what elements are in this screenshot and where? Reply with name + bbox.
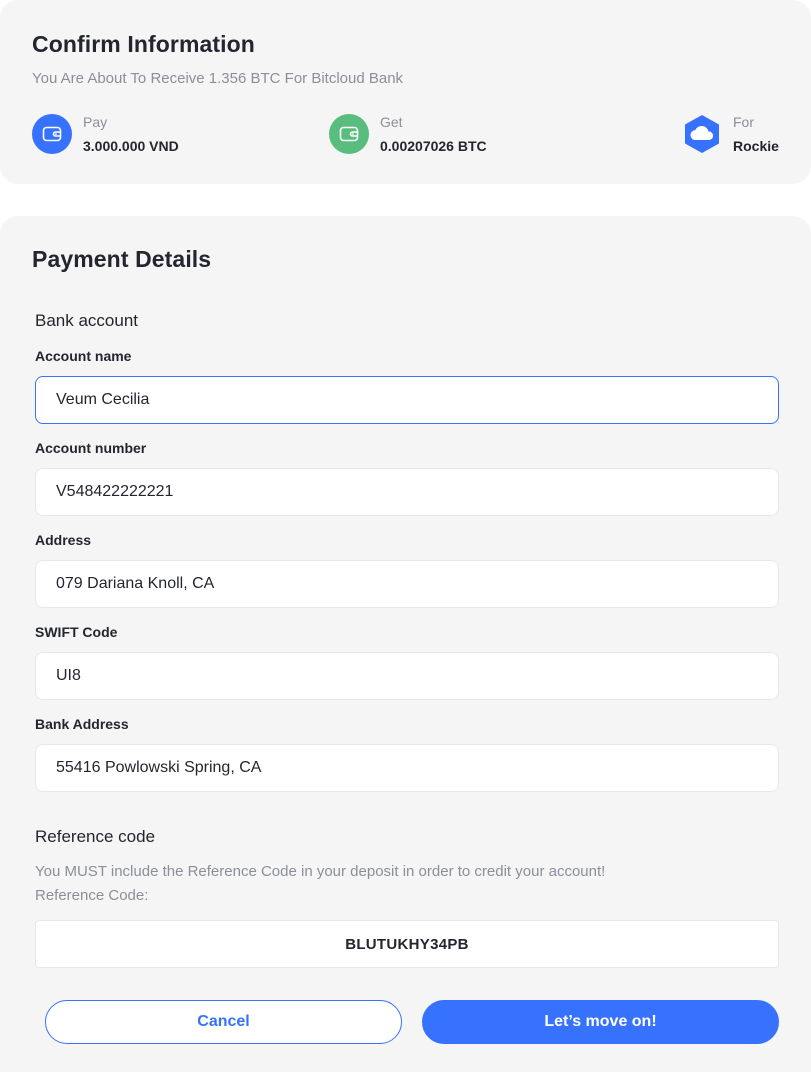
account-name-input[interactable] [35, 376, 779, 424]
get-info: Get 0.00207026 BTC [329, 114, 487, 154]
payment-title: Payment Details [32, 246, 212, 272]
for-label: For [733, 114, 754, 130]
get-label: Get [380, 114, 403, 130]
wallet-icon [32, 114, 72, 154]
wallet-icon [329, 114, 369, 154]
cancel-button[interactable]: Cancel [45, 1000, 402, 1044]
pay-label: Pay [83, 114, 108, 130]
for-info: For Rockie [682, 114, 779, 154]
swift-code-input[interactable] [35, 652, 779, 700]
account-name-label: Account name [35, 348, 132, 364]
move-on-button[interactable]: Let’s move on! [422, 1000, 779, 1044]
bank-account-heading: Bank account [35, 311, 139, 330]
account-number-label: Account number [35, 440, 147, 456]
reference-code-label: Reference Code: [35, 887, 149, 904]
bank-address-input[interactable] [35, 744, 779, 792]
pay-value: 3.000.000 VND [83, 138, 179, 154]
confirm-subtitle: You Are About To Receive 1.356 BTC For B… [32, 70, 404, 87]
get-value: 0.00207026 BTC [380, 138, 487, 154]
address-label: Address [35, 532, 92, 548]
reference-code-heading: Reference code [35, 827, 156, 846]
cloud-hexagon-logo-icon [682, 114, 722, 154]
for-value: Rockie [733, 138, 779, 154]
reference-code-value[interactable]: BLUTUKHY34PB [35, 920, 779, 968]
confirm-information-card: Confirm Information You Are About To Rec… [0, 0, 811, 184]
reference-note: You MUST include the Reference Code in y… [35, 863, 606, 880]
pay-info: Pay 3.000.000 VND [32, 114, 179, 154]
swift-code-label: SWIFT Code [35, 624, 118, 640]
bank-address-label: Bank Address [35, 716, 129, 732]
payment-details-card: Payment Details Bank account Account nam… [0, 216, 811, 1072]
account-number-input[interactable] [35, 468, 779, 516]
address-input[interactable] [35, 560, 779, 608]
confirm-title: Confirm Information [32, 31, 255, 57]
